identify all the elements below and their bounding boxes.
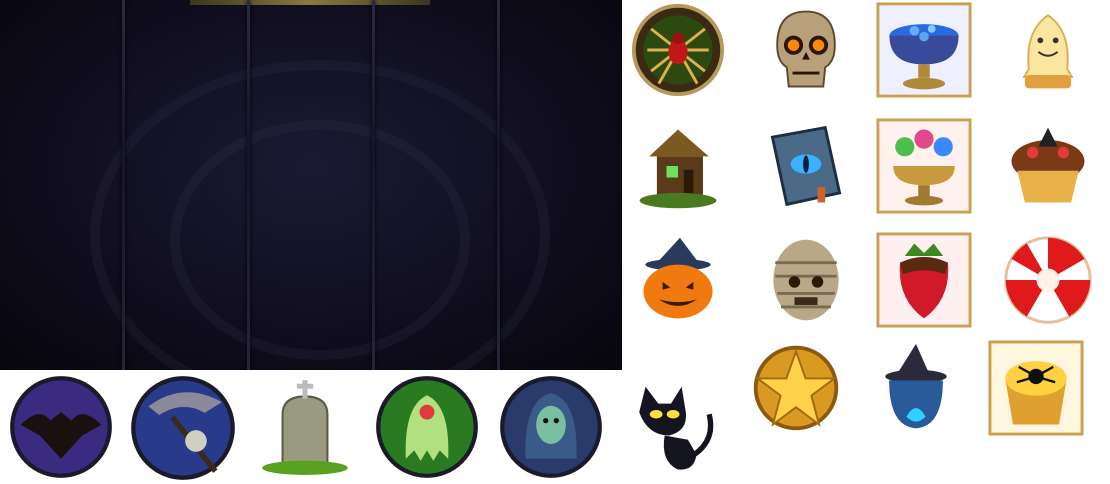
tombstone-icon xyxy=(254,372,356,478)
reel-divider xyxy=(122,0,125,370)
reel-divider xyxy=(247,0,250,370)
star-medallion-icon xyxy=(748,340,844,436)
lollipop-bowl-icon xyxy=(876,118,972,214)
hooded-zombie-medallion-icon xyxy=(498,374,604,480)
reel-panel xyxy=(0,0,622,370)
reel-divider xyxy=(372,0,375,370)
jack-o-lantern-icon xyxy=(630,232,726,328)
peppermint-candy-icon xyxy=(1000,232,1096,328)
witch-house-icon xyxy=(630,118,726,214)
background-arch-inner xyxy=(170,120,470,360)
witch-cupcake-icon xyxy=(1000,118,1096,214)
cauldron-bowl-icon xyxy=(876,2,972,98)
ghost-cake-icon xyxy=(1000,2,1096,98)
reel-top-trim xyxy=(190,0,430,5)
chocolate-strawberry-icon xyxy=(876,232,972,328)
spider-medallion-icon xyxy=(630,2,726,98)
mummy-head-icon xyxy=(758,232,854,328)
reel-divider xyxy=(497,0,500,370)
black-cat-icon xyxy=(616,374,726,480)
witch-hat-icon xyxy=(868,340,964,436)
spider-tart-icon xyxy=(988,340,1084,436)
green-ghost-medallion-icon xyxy=(374,374,480,480)
bat-medallion-icon xyxy=(8,374,114,480)
skull-icon xyxy=(758,2,854,98)
spellbook-icon xyxy=(758,118,854,214)
reaper-scythe-medallion-icon xyxy=(128,374,238,482)
